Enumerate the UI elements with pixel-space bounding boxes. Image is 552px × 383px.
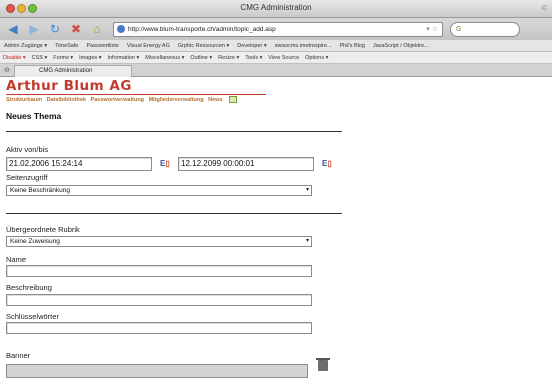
tab-menu-icon[interactable]: ⊖	[4, 66, 10, 74]
forward-button[interactable]: ▶	[25, 21, 43, 37]
tab-cmg-administration[interactable]: CMG Administration	[14, 65, 132, 77]
bookmark-star-icon[interactable]: ▾ ☆	[426, 25, 442, 33]
toolbar-item[interactable]: Miscellaneous ▾	[145, 55, 184, 61]
toolbar-item[interactable]: Information ▾	[107, 55, 139, 61]
back-button[interactable]: ◀	[4, 21, 22, 37]
active-label: Aktiv von/bis	[6, 145, 49, 154]
parent-select[interactable]: Keine Zuweisung ▾	[6, 236, 312, 247]
home-button[interactable]: ⌂	[88, 21, 106, 37]
page-content: Arthur Blum AG Strukturbaum Dateibibliot…	[0, 77, 552, 383]
calendar-to-icon[interactable]: E▯	[322, 158, 338, 169]
toolbar-item[interactable]: CSS ▾	[32, 55, 48, 61]
toolbar-item[interactable]: Outline ▾	[190, 55, 212, 61]
bookmarks-bar: Admin Zugänge ▾ TimeSafe Passwortliste Visu…	[0, 40, 552, 52]
toolbar-item[interactable]: Options ▾	[305, 55, 328, 61]
bookmark-item[interactable]: Developer ▾	[237, 43, 266, 49]
description-label: Beschreibung	[6, 283, 52, 292]
description-input[interactable]	[6, 294, 312, 306]
bookmark-item[interactable]: JavaScript / Objektre...	[373, 43, 429, 49]
title-bar: CMG Administration ⊂	[0, 0, 552, 18]
parent-select-value: Keine Zuweisung	[10, 238, 60, 245]
chevron-down-icon: ▾	[305, 238, 309, 244]
toolbar-item[interactable]: Images ▾	[79, 55, 101, 61]
name-label: Name	[6, 255, 27, 264]
name-input[interactable]	[6, 265, 312, 277]
menu-item-mitgliederverwaltung[interactable]: Mitgliederverwaltung	[149, 97, 204, 103]
menu-item-strukturbaum[interactable]: Strukturbaum	[6, 97, 42, 103]
banner-input[interactable]	[6, 364, 308, 378]
admin-menu: Strukturbaum Dateibibliothek Passwortver…	[6, 96, 240, 103]
calendar-from-icon[interactable]: E▯	[160, 158, 176, 169]
menu-item-passwortverwaltung[interactable]: Passwortverwaltung	[91, 97, 145, 103]
bookmark-item[interactable]: TimeSafe	[55, 43, 78, 49]
browser-window: CMG Administration ⊂ ◀ ▶ ↻ ✖ ⌂ http://ww…	[0, 0, 552, 383]
divider	[6, 213, 342, 214]
favicon-icon	[117, 25, 125, 33]
menu-item-dateibibliothek[interactable]: Dateibibliothek	[47, 97, 86, 103]
bookmark-item[interactable]: Grphic Ressourcen ▾	[178, 43, 229, 49]
stop-button[interactable]: ✖	[67, 21, 85, 37]
company-logo: Arthur Blum AG	[6, 78, 132, 94]
search-box[interactable]: G	[450, 21, 520, 37]
toolbar-item[interactable]: Forms ▾	[53, 55, 73, 61]
reload-button[interactable]: ↻	[46, 21, 64, 37]
bookmark-item[interactable]: Visual Energy AG	[127, 43, 170, 49]
toolbar-item[interactable]: Disable ▾	[3, 55, 26, 61]
toolbar-item[interactable]: View Source	[268, 55, 299, 61]
edit-icon[interactable]	[229, 96, 238, 103]
toolbar-item[interactable]: Resize ▾	[218, 55, 239, 61]
divider	[6, 131, 342, 132]
address-text: http://www.blum-transporte.ch/admin/topi…	[128, 25, 276, 33]
bookmark-item[interactable]: Phil's Blog	[339, 43, 365, 49]
access-select[interactable]: Keine Beschränkung ▾	[6, 185, 312, 196]
active-from-input[interactable]: 21.02.2006 15:24:14	[6, 157, 152, 171]
keywords-label: Schlüsselwörter	[6, 312, 59, 321]
toolbar-toggle-icon[interactable]: ⊂	[541, 3, 548, 12]
keywords-input[interactable]	[6, 322, 312, 334]
tab-strip: ⊖ CMG Administration	[0, 64, 552, 77]
logo-divider	[6, 94, 266, 95]
window-title: CMG Administration	[240, 3, 312, 12]
bookmark-item[interactable]: Admin Zugänge ▾	[4, 43, 47, 49]
trash-icon[interactable]	[316, 358, 330, 371]
developer-toolbar: Disable ▾ CSS ▾ Forms ▾ Images ▾ Information…	[0, 52, 552, 64]
address-bar[interactable]: http://www.blum-transporte.ch/admin/topi…	[113, 21, 443, 37]
parent-label: Übergeordnete Rubrik	[6, 225, 80, 234]
active-to-input[interactable]: 12.12.2099 00:00:01	[178, 157, 314, 171]
access-select-value: Keine Beschränkung	[10, 187, 70, 194]
bookmark-item[interactable]: Passwortliste	[86, 43, 118, 49]
bookmark-item[interactable]: swisscms.imetrospire...	[275, 43, 332, 49]
banner-label: Banner	[6, 351, 31, 360]
toolbar-item[interactable]: Tools ▾	[245, 55, 262, 61]
navigation-bar: ◀ ▶ ↻ ✖ ⌂ http://www.blum-transporte.ch/…	[0, 18, 552, 40]
chevron-down-icon: ▾	[305, 187, 309, 193]
page-title: Neues Thema	[6, 111, 62, 121]
access-label: Seitenzugriff	[6, 173, 48, 182]
menu-item-news[interactable]: News	[208, 97, 222, 103]
